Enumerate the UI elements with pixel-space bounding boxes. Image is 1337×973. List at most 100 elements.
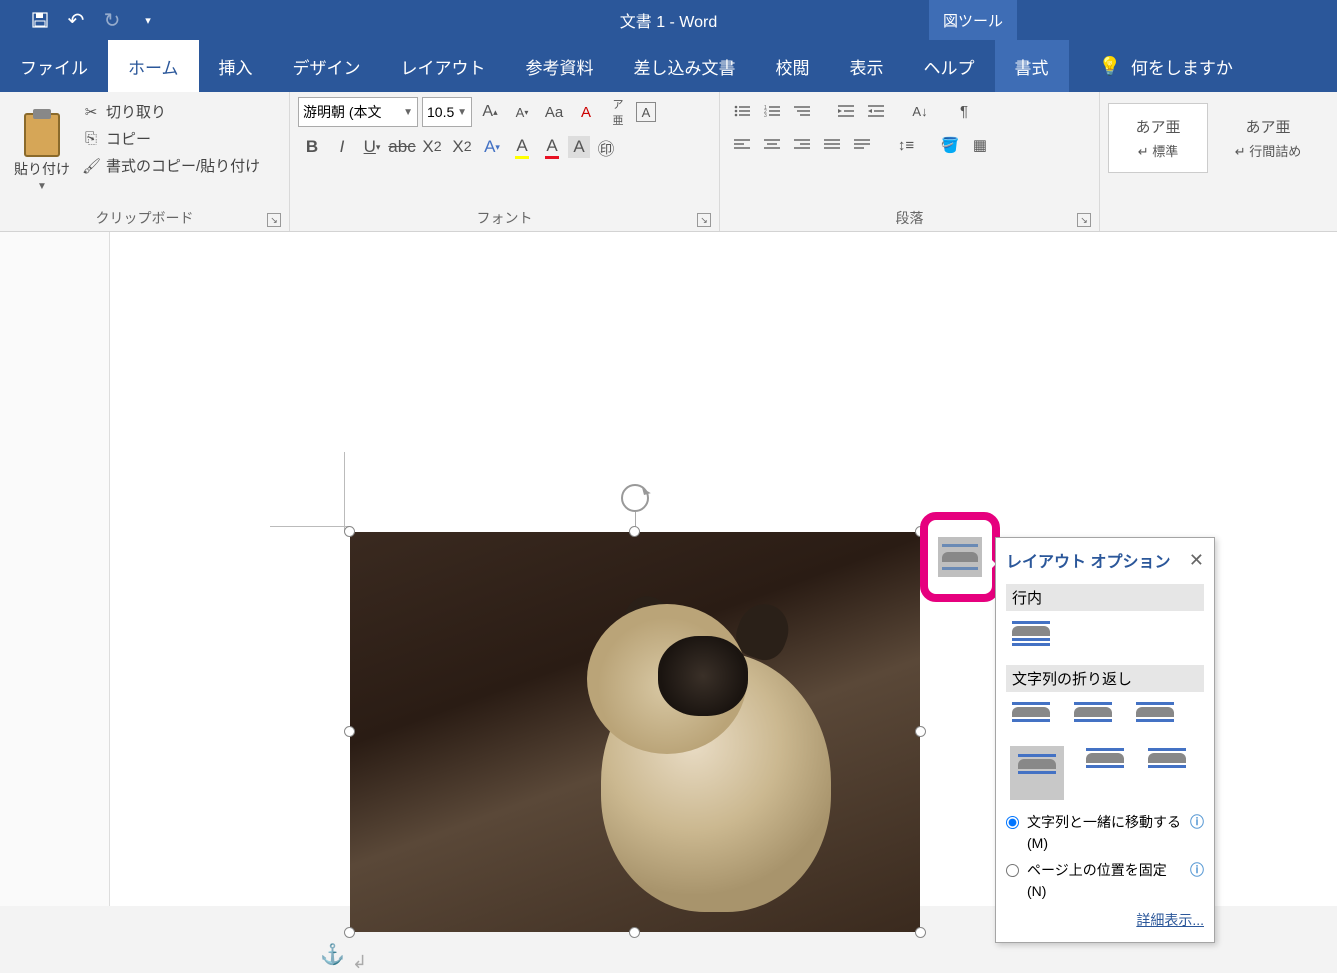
close-icon[interactable]: ✕ (1189, 550, 1204, 571)
font-size-combo[interactable]: 10.5▼ (422, 97, 472, 127)
qa-customize-button[interactable]: ▾ (132, 6, 164, 34)
wrap-inline[interactable] (1010, 619, 1052, 653)
strikethrough-button[interactable]: abc (388, 133, 416, 161)
rotate-handle[interactable] (621, 484, 649, 512)
shading-button[interactable]: 🪣 (936, 131, 964, 159)
resize-handle[interactable] (344, 927, 355, 938)
clipboard-group-label: クリップボード (96, 208, 194, 228)
wrap-tight[interactable] (1072, 700, 1114, 734)
line-spacing-button[interactable]: ↕≡ (892, 131, 920, 159)
superscript-button[interactable]: X2 (448, 133, 476, 161)
enclose-char-button[interactable]: ㊞ (592, 133, 620, 161)
picture-tools-tab[interactable]: 図ツール (929, 0, 1017, 40)
document-area: ⚓ ↲ レイアウト オプション ✕ 行内 文字列の折り返し 文字列と一緒に (0, 232, 1337, 906)
format-painter-button[interactable]: 🖌書式のコピー/貼り付け (82, 155, 260, 176)
bullets-button[interactable] (728, 97, 756, 125)
resize-handle[interactable] (915, 927, 926, 938)
tab-layout[interactable]: レイアウト (381, 40, 506, 92)
title-bar: ↶ ↻ ▾ 文書 1 - Word 図ツール (0, 0, 1337, 40)
tab-references[interactable]: 参考資料 (506, 40, 614, 92)
cut-button[interactable]: ✂切り取り (82, 101, 260, 122)
wrap-through[interactable] (1134, 700, 1176, 734)
anchor-icon[interactable]: ⚓ (320, 942, 345, 967)
scissors-icon: ✂ (82, 103, 100, 121)
selected-image[interactable] (350, 532, 920, 932)
shrink-font-button[interactable]: A▾ (508, 98, 536, 126)
style-nospace[interactable]: あア亜 ↵ 行間詰め (1218, 103, 1318, 173)
ribbon-tabs: ファイル ホーム 挿入 デザイン レイアウト 参考資料 差し込み文書 校閲 表示… (0, 40, 1337, 92)
copy-button[interactable]: ⎘コピー (82, 128, 260, 149)
paste-button[interactable]: 貼り付け ▼ (8, 97, 76, 207)
increase-indent-button[interactable] (862, 97, 890, 125)
callout-title: レイアウト オプション (1006, 548, 1170, 572)
tab-file[interactable]: ファイル (0, 40, 108, 92)
grow-font-button[interactable]: A▴ (476, 98, 504, 126)
subscript-button[interactable]: X2 (418, 133, 446, 161)
resize-handle[interactable] (629, 927, 640, 938)
tab-view[interactable]: 表示 (830, 40, 904, 92)
numbering-button[interactable]: 123 (758, 97, 786, 125)
char-border-button[interactable]: A (636, 102, 656, 122)
change-case-button[interactable]: Aa (540, 98, 568, 126)
resize-handle[interactable] (629, 526, 640, 537)
tab-help[interactable]: ヘルプ (904, 40, 995, 92)
text-effects-button[interactable]: A ▾ (478, 133, 506, 161)
resize-handle[interactable] (344, 726, 355, 737)
decrease-indent-button[interactable] (832, 97, 860, 125)
wrap-section-header: 文字列の折り返し (1006, 665, 1204, 692)
justify-button[interactable] (818, 131, 846, 159)
save-button[interactable] (24, 6, 56, 34)
multilevel-list-button[interactable] (788, 97, 816, 125)
tab-review[interactable]: 校閲 (756, 40, 830, 92)
align-left-button[interactable] (728, 131, 756, 159)
radio-move-with-text[interactable]: 文字列と一緒に移動する(M) ⓘ (1006, 812, 1204, 854)
group-font: 游明朝 (本文▼ 10.5▼ A▴ A▾ Aa A ア亜 A B I U ▾ a… (290, 92, 720, 231)
show-marks-button[interactable]: ¶ (950, 97, 978, 125)
wrap-front[interactable] (1146, 746, 1188, 780)
page-gutter (0, 232, 110, 906)
copy-icon: ⎘ (82, 130, 100, 147)
radio-fix-position[interactable]: ページ上の位置を固定(N) ⓘ (1006, 860, 1204, 902)
font-launcher[interactable]: ↘ (697, 213, 711, 227)
tab-design[interactable]: デザイン (273, 40, 381, 92)
quick-access-toolbar: ↶ ↻ ▾ (0, 6, 164, 34)
lightbulb-icon: 💡 (1099, 56, 1121, 77)
align-right-button[interactable] (788, 131, 816, 159)
layout-options-button[interactable] (920, 512, 1000, 602)
clipboard-launcher[interactable]: ↘ (267, 213, 281, 227)
tab-home[interactable]: ホーム (108, 40, 199, 92)
borders-button[interactable]: ▦ (966, 131, 994, 159)
distribute-button[interactable] (848, 131, 876, 159)
tab-mailings[interactable]: 差し込み文書 (614, 40, 756, 92)
paragraph-launcher[interactable]: ↘ (1077, 213, 1091, 227)
sort-button[interactable]: A↓ (906, 97, 934, 125)
wrap-behind[interactable] (1084, 746, 1126, 780)
image-content (350, 532, 920, 932)
bold-button[interactable]: B (298, 133, 326, 161)
align-center-button[interactable] (758, 131, 786, 159)
highlight-button[interactable]: A (508, 133, 536, 161)
undo-button[interactable]: ↶ (60, 6, 92, 34)
resize-handle[interactable] (915, 726, 926, 737)
layout-options-icon (938, 537, 982, 577)
group-clipboard: 貼り付け ▼ ✂切り取り ⎘コピー 🖌書式のコピー/貼り付け クリップボード ↘ (0, 92, 290, 231)
italic-button[interactable]: I (328, 133, 356, 161)
char-shading-button[interactable]: A (568, 136, 590, 158)
tell-me-search[interactable]: 💡 何をしますか (1099, 54, 1233, 79)
wrap-topbottom[interactable] (1010, 746, 1064, 800)
phonetic-guide-button[interactable]: ア亜 (604, 98, 632, 126)
info-icon[interactable]: ⓘ (1190, 860, 1204, 881)
font-name-combo[interactable]: 游明朝 (本文▼ (298, 97, 418, 127)
tab-format[interactable]: 書式 (995, 40, 1069, 92)
see-more-link[interactable]: 詳細表示... (1006, 910, 1204, 930)
wrap-square[interactable] (1010, 700, 1052, 734)
underline-button[interactable]: U ▾ (358, 133, 386, 161)
redo-button[interactable]: ↻ (96, 6, 128, 34)
resize-handle[interactable] (344, 526, 355, 537)
info-icon[interactable]: ⓘ (1190, 812, 1204, 833)
tab-insert[interactable]: 挿入 (199, 40, 273, 92)
window-title: 文書 1 - Word (620, 8, 718, 32)
clear-formatting-button[interactable]: A (572, 98, 600, 126)
font-color-button[interactable]: A (538, 133, 566, 161)
style-normal[interactable]: あア亜 ↵ 標準 (1108, 103, 1208, 173)
